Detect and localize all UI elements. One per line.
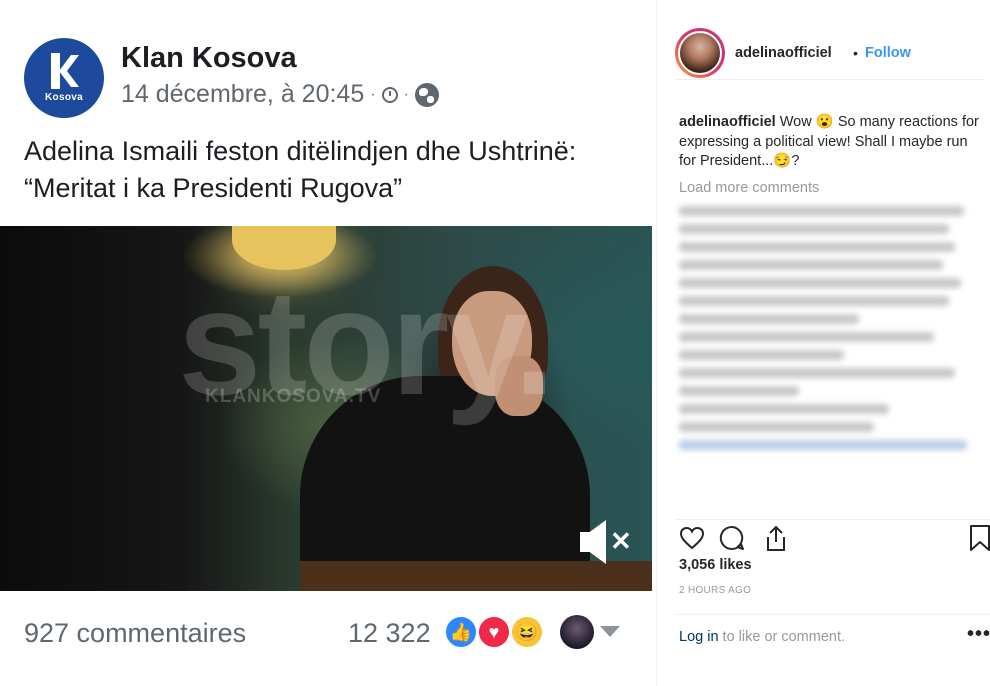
ig-avatar[interactable]: [675, 28, 725, 78]
page-avatar[interactable]: Kosova: [24, 38, 104, 118]
meta-separator: ·: [370, 85, 376, 103]
caption-text: ?: [791, 153, 800, 169]
instagram-panel: adelinaofficiel • Follow adelinaofficiel…: [656, 0, 990, 686]
heart-icon[interactable]: [679, 526, 705, 550]
speaker-cone-icon: [588, 520, 606, 564]
reactions-count[interactable]: 12 322: [348, 618, 431, 649]
caption-username[interactable]: adelinaofficiel: [679, 114, 776, 130]
chevron-down-icon[interactable]: [600, 626, 620, 637]
ig-header: adelinaofficiel • Follow: [675, 28, 985, 80]
klan-kosova-logo-icon: [47, 53, 81, 89]
comments-count[interactable]: 927 commentaires: [24, 618, 246, 649]
mute-button[interactable]: ✕: [576, 518, 632, 566]
facebook-post: Kosova Klan Kosova 14 décembre, à 20:45 …: [0, 0, 652, 686]
comment-icon[interactable]: [719, 525, 745, 551]
ig-action-bar: [675, 519, 990, 551]
share-icon[interactable]: [764, 524, 788, 552]
post-footer: 927 commentaires 12 322 👍 ♥ 😆: [24, 612, 634, 652]
header-separator: •: [853, 45, 858, 61]
video-player[interactable]: story. KLANKOSOVA.TV ✕: [0, 226, 652, 591]
post-time[interactable]: 2 HOURS AGO: [679, 585, 751, 596]
login-link[interactable]: Log in: [679, 629, 719, 645]
blurred-comments: [679, 206, 979, 514]
post-headline[interactable]: Adelina Ismaili feston ditëlindjen dhe U…: [24, 133, 624, 207]
load-more-comments[interactable]: Load more comments: [679, 180, 819, 196]
haha-icon[interactable]: 😆: [510, 615, 544, 649]
meta-separator: ·: [403, 85, 409, 103]
post-meta: 14 décembre, à 20:45 · ·: [121, 80, 439, 109]
page-name[interactable]: Klan Kosova: [121, 42, 297, 75]
globe-icon: [414, 82, 439, 107]
love-icon[interactable]: ♥: [477, 615, 511, 649]
ig-username[interactable]: adelinaofficiel: [735, 45, 832, 61]
likes-count[interactable]: 3,056 likes: [679, 557, 752, 573]
more-options-icon[interactable]: •••: [967, 623, 990, 646]
post-header: Kosova Klan Kosova 14 décembre, à 20:45 …: [24, 38, 634, 118]
caption-emoji: 😏: [773, 153, 792, 169]
caption-emoji: 😮: [815, 114, 834, 130]
clock-icon: [381, 86, 398, 103]
mute-x-icon: ✕: [610, 526, 632, 556]
ig-login-bar: Log in to like or comment. •••: [675, 614, 990, 660]
like-icon[interactable]: 👍: [444, 615, 478, 649]
follow-button[interactable]: Follow: [865, 45, 911, 61]
bookmark-icon[interactable]: [969, 524, 990, 552]
ig-caption: adelinaofficiel Wow 😮 So many reactions …: [679, 113, 984, 172]
channel-watermark: KLANKOSOVA.TV: [205, 386, 382, 407]
profile-photo: [678, 31, 722, 75]
viewer-avatar[interactable]: [560, 615, 594, 649]
logo-text: Kosova: [45, 92, 83, 103]
login-prompt: Log in to like or comment.: [679, 629, 845, 645]
caption-text: Wow: [775, 114, 816, 130]
login-text: to like or comment.: [718, 629, 846, 645]
post-timestamp[interactable]: 14 décembre, à 20:45: [121, 80, 364, 109]
